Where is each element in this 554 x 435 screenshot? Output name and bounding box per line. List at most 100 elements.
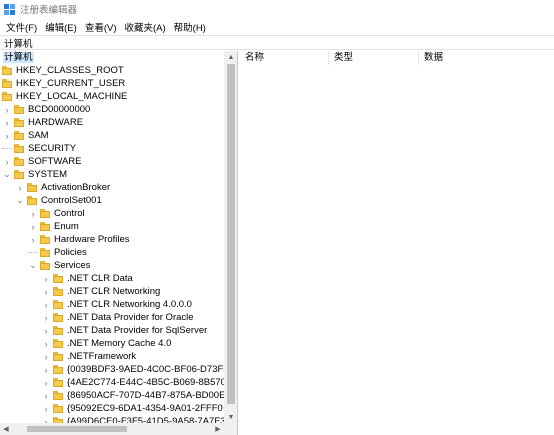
expand-chevron-icon[interactable]: › [41,272,51,285]
tree-node[interactable]: › {86950ACF-707D-44B7-875A-BD00E [41,389,225,402]
expand-chevron-icon[interactable]: › [2,116,12,129]
tree-node-label: .NET Data Provider for SqlServer [67,325,208,336]
tree-node[interactable]: › .NETFramework [41,350,137,363]
tree-node[interactable]: › .NET Data Provider for Oracle [41,311,194,324]
folder-icon [2,92,12,101]
tree-node-label: ControlSet001 [41,195,102,206]
tree-node-label: SOFTWARE [28,156,82,167]
address-bar[interactable]: 计算机 [0,35,554,50]
tree-node[interactable]: › Hardware Profiles [28,233,130,246]
vertical-scroll-thumb[interactable] [227,64,235,404]
expand-chevron-icon[interactable]: › [28,207,38,220]
scroll-up-arrow-icon[interactable]: ▲ [224,51,237,63]
folder-icon [53,287,63,296]
tree-node[interactable]: HKEY_LOCAL_MACHINE [2,90,127,103]
expand-chevron-icon[interactable]: › [41,285,51,298]
tree-node-label: HKEY_LOCAL_MACHINE [16,91,128,102]
tree-node[interactable]: ⌄ Services [28,259,90,272]
collapse-chevron-icon[interactable]: ⌄ [28,259,38,272]
scroll-down-arrow-icon[interactable]: ▼ [224,411,237,423]
tree-node[interactable]: › Control [28,207,85,220]
menu-favorites[interactable]: 收藏夹(A) [121,20,168,34]
tree-line [28,246,38,253]
tree-node[interactable]: HKEY_CURRENT_USER [2,77,125,90]
tree-node-label: Services [54,260,91,271]
address-path: 计算机 [4,38,33,50]
column-data[interactable]: 数据 [419,51,554,65]
expand-chevron-icon[interactable]: › [28,233,38,246]
folder-icon [40,261,50,270]
expand-chevron-icon[interactable]: › [41,311,51,324]
tree-node[interactable]: › .NET CLR Data [41,272,133,285]
expand-chevron-icon[interactable]: › [2,103,12,116]
tree-node[interactable]: › .NET Memory Cache 4.0 [41,337,172,350]
menu-edit[interactable]: 编辑(E) [42,20,80,34]
tree-node-label: Hardware Profiles [54,234,130,245]
tree-node-label: Control [54,208,85,219]
folder-icon [53,339,63,348]
tree-node[interactable]: HKEY_CLASSES_ROOT [2,64,124,77]
tree-node[interactable]: › {0039BDF3-9AED-4C0C-BF06-D73F3 [41,363,225,376]
values-pane[interactable]: 名称 类型 数据 [240,51,554,435]
folder-icon [40,209,50,218]
tree-node-label: ActivationBroker [41,182,111,193]
tree-node[interactable]: SECURITY [2,142,76,155]
tree-node[interactable]: › HARDWARE [2,116,84,129]
folder-icon [53,274,63,283]
menu-view[interactable]: 查看(V) [82,20,120,34]
expand-chevron-icon[interactable]: › [41,389,51,402]
scroll-right-arrow-icon[interactable]: ▶ [212,423,224,435]
menu-file[interactable]: 文件(F) [3,20,40,34]
tree-root[interactable]: 计算机 [0,51,237,64]
tree-pane: 计算机 HKEY_CLASSES_ROOT HKEY_CURRENT_USER HK… [0,51,238,435]
menu-help[interactable]: 帮助(H) [171,20,209,34]
tree-node[interactable]: › SOFTWARE [2,155,82,168]
tree-node[interactable]: Policies [28,246,87,259]
tree-vertical-scrollbar[interactable]: ▲ ▼ [224,51,237,423]
folder-icon [14,144,24,153]
expand-chevron-icon[interactable]: › [15,181,25,194]
tree-horizontal-scrollbar[interactable]: ◀ ▶ [0,423,237,435]
tree-node-label: {86950ACF-707D-44B7-875A-BD00E [67,390,224,401]
column-name[interactable]: 名称 [240,51,329,65]
tree-node[interactable]: › .NET CLR Networking [41,285,161,298]
tree-node[interactable]: › .NET Data Provider for SqlServer [41,324,208,337]
column-type[interactable]: 类型 [329,51,419,65]
expand-chevron-icon[interactable]: › [41,350,51,363]
scroll-left-arrow-icon[interactable]: ◀ [0,423,12,435]
tree-node[interactable]: › {4AE2C774-E44C-4B5C-B069-8B570 [41,376,225,389]
expand-chevron-icon[interactable]: › [41,337,51,350]
expand-chevron-icon[interactable]: › [41,298,51,311]
registry-tree: HKEY_CLASSES_ROOT HKEY_CURRENT_USER HKEY_L… [0,64,224,424]
expand-chevron-icon[interactable]: › [41,376,51,389]
registry-editor-icon [4,3,15,15]
tree-node[interactable]: › BCD00000000 [2,103,91,116]
tree-node[interactable]: ⌄ SYSTEM [2,168,67,181]
expand-chevron-icon[interactable]: › [41,324,51,337]
folder-icon [40,222,50,231]
expand-chevron-icon[interactable]: › [2,129,12,142]
collapse-chevron-icon[interactable]: ⌄ [15,194,25,207]
collapse-chevron-icon[interactable]: ⌄ [2,168,12,181]
expand-chevron-icon[interactable]: › [2,155,12,168]
menu-bar: 文件(F) 编辑(E) 查看(V) 收藏夹(A) 帮助(H) [0,18,554,35]
tree-node[interactable]: › ActivationBroker [15,181,111,194]
tree-node-label: {0039BDF3-9AED-4C0C-BF06-D73F3 [67,364,224,375]
folder-icon [53,378,63,387]
folder-icon [53,404,63,413]
folder-icon [53,300,63,309]
folder-icon [53,313,63,322]
tree-node[interactable]: › Enum [28,220,79,233]
expand-chevron-icon[interactable]: › [41,363,51,376]
expand-chevron-icon[interactable]: › [28,220,38,233]
tree-node[interactable]: ⌄ ControlSet001 [15,194,102,207]
horizontal-scroll-thumb[interactable] [27,426,127,432]
expand-chevron-icon[interactable]: › [41,402,51,415]
folder-icon [14,131,24,140]
folder-icon [14,157,24,166]
tree-node[interactable]: › .NET CLR Networking 4.0.0.0 [41,298,192,311]
tree-node[interactable]: › {95092EC9-6DA1-4354-9A01-2FFF0 [41,402,223,415]
tree-node-label: SYSTEM [28,169,68,180]
folder-icon [14,170,24,179]
tree-node[interactable]: › SAM [2,129,49,142]
